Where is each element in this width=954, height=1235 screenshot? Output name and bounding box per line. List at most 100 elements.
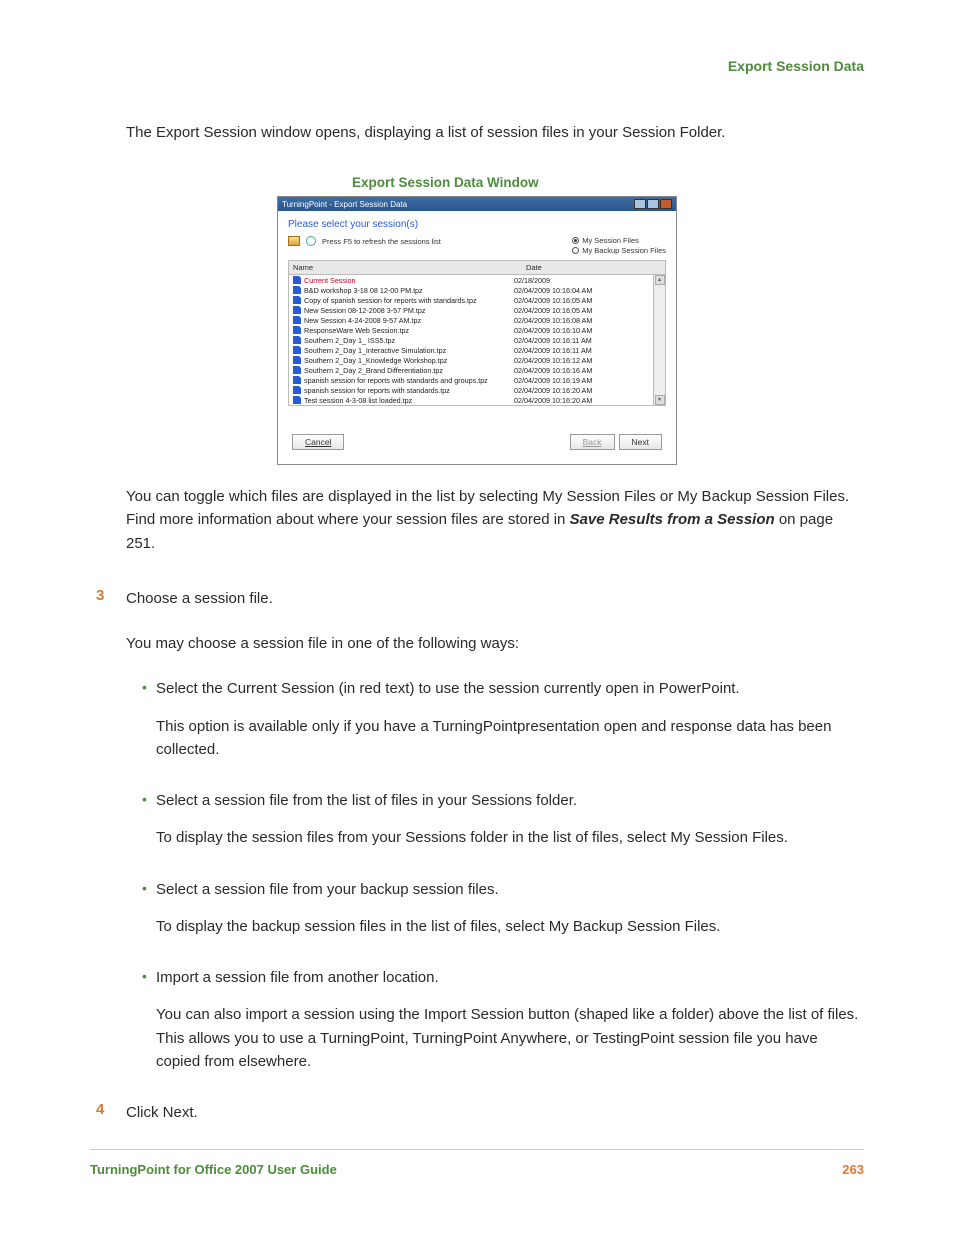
file-date: 02/04/2009 10:16:20 AM [514, 396, 649, 405]
file-date: 02/04/2009 10:16:12 AM [514, 356, 649, 365]
file-icon [293, 306, 301, 314]
file-name: New Session 08-12-2008 3-57 PM.tpz [304, 306, 425, 315]
bullet-detail: To display the backup session files in t… [156, 915, 864, 938]
file-icon [293, 386, 301, 394]
step-number-3: 3 [90, 587, 126, 604]
list-item[interactable]: Southern 2_Day 1_Interactive Simulation.… [289, 345, 653, 355]
bullet-dot: • [142, 789, 156, 811]
list-item[interactable]: New Session 4-24-2008 9-57 AM.tpz 02/04/2… [289, 315, 653, 325]
intro-paragraph: The Export Session window opens, display… [126, 122, 864, 143]
step-4: 4 Click Next. [90, 1101, 864, 1124]
file-name: Current Session [304, 276, 356, 285]
file-name: Southern 2_Day 1_ ISS5.tpz [304, 336, 395, 345]
file-date: 02/04/2009 10:16:19 AM [514, 376, 649, 385]
file-icon [293, 276, 301, 284]
list-item[interactable]: Southern 2_Day 1_Knowledge Workshop.tpz 0… [289, 355, 653, 365]
my-session-files-radio[interactable] [572, 237, 579, 244]
file-icon [293, 316, 301, 324]
file-date: 02/04/2009 10:16:16 AM [514, 366, 649, 375]
maximize-icon[interactable] [647, 199, 659, 209]
list-item[interactable]: Southern 2_Day 2_Brand Differentiation.t… [289, 365, 653, 375]
my-backup-files-label: My Backup Session Files [582, 246, 666, 255]
file-icon [293, 296, 301, 304]
file-name: New Session 4-24-2008 9-57 AM.tpz [304, 316, 421, 325]
scroll-up-icon[interactable]: ▴ [655, 275, 665, 285]
bullet-detail: To display the session files from your S… [156, 826, 864, 849]
file-icon [293, 396, 301, 404]
bullet-item: •Import a session file from another loca… [142, 966, 864, 989]
footer-page-number: 263 [842, 1162, 864, 1177]
file-list: ▴ ▾ Current Session 02/18/2009B&D worksho… [288, 275, 666, 406]
column-name[interactable]: Name [293, 263, 526, 272]
file-date: 02/04/2009 10:16:11 AM [514, 346, 649, 355]
file-name: spanish session for reports with standar… [304, 386, 450, 395]
list-item[interactable]: Copy of spanish session for reports with… [289, 295, 653, 305]
bullet-lead: Select the Current Session (in red text)… [156, 677, 864, 700]
list-item[interactable]: ResponseWare Web Session.tpz 02/04/2009 1… [289, 325, 653, 335]
my-backup-files-radio[interactable] [572, 247, 579, 254]
step-3: 3 Choose a session file. [90, 587, 864, 610]
file-date: 02/18/2009 [514, 276, 649, 285]
page-footer: TurningPoint for Office 2007 User Guide … [90, 1149, 864, 1177]
file-date: 02/04/2009 10:16:08 AM [514, 316, 649, 325]
file-name: spanish session for reports with standar… [304, 376, 488, 385]
column-date[interactable]: Date [526, 263, 661, 272]
list-item[interactable]: Southern 2_Day 1_ ISS5.tpz 02/04/2009 10:… [289, 335, 653, 345]
bullet-lead: Select a session file from the list of f… [156, 789, 864, 812]
my-session-files-label: My Session Files [582, 236, 639, 245]
refresh-icon[interactable] [306, 236, 316, 246]
file-icon [293, 366, 301, 374]
list-item[interactable]: B&D workshop 3-18 08 12-00 PM.tpz02/04/2… [289, 285, 653, 295]
export-session-window: TurningPoint - Export Session Data Pleas… [277, 196, 677, 465]
bullet-item: •Select a session file from the list of … [142, 789, 864, 812]
window-titlebar: TurningPoint - Export Session Data [278, 197, 676, 211]
list-item[interactable]: Current Session 02/18/2009 [289, 275, 653, 285]
list-item[interactable]: spanish session for reports with standar… [289, 385, 653, 395]
bullet-lead: Import a session file from another locat… [156, 966, 864, 989]
bullet-dot: • [142, 878, 156, 900]
step-3-intro: You may choose a session file in one of … [126, 632, 864, 655]
close-icon[interactable] [660, 199, 672, 209]
window-title: TurningPoint - Export Session Data [282, 200, 407, 209]
file-name: Copy of spanish session for reports with… [304, 296, 477, 305]
scroll-down-icon[interactable]: ▾ [655, 395, 665, 405]
file-icon [293, 356, 301, 364]
file-date: 02/04/2009 10:16:04 AM [514, 286, 649, 295]
bullet-dot: • [142, 677, 156, 699]
step-3-text: Choose a session file. [126, 587, 864, 610]
bullet-item: •Select the Current Session (in red text… [142, 677, 864, 700]
select-session-prompt: Please select your session(s) [288, 219, 666, 230]
toggle-paragraph: You can toggle which files are displayed… [126, 485, 864, 555]
import-folder-icon[interactable] [288, 236, 300, 246]
bullet-dot: • [142, 966, 156, 988]
file-date: 02/04/2009 10:16:05 AM [514, 306, 649, 315]
save-results-reference: Save Results from a Session [570, 511, 775, 528]
page-header-title: Export Session Data [90, 58, 864, 74]
figure-caption: Export Session Data Window [352, 175, 864, 190]
minimize-icon[interactable] [634, 199, 646, 209]
cancel-button[interactable]: Cancel [292, 434, 344, 450]
footer-guide-title: TurningPoint for Office 2007 User Guide [90, 1162, 337, 1177]
refresh-hint: Press F5 to refresh the sessions list [322, 237, 441, 246]
file-date: 02/04/2009 10:16:05 AM [514, 296, 649, 305]
file-date: 02/04/2009 10:16:11 AM [514, 336, 649, 345]
file-icon [293, 376, 301, 384]
file-name: Southern 2_Day 1_Interactive Simulation.… [304, 346, 446, 355]
list-item[interactable]: Test session 4-3-08 list loaded.tpz 02/04… [289, 395, 653, 405]
file-date: 02/04/2009 10:16:20 AM [514, 386, 649, 395]
bullet-detail: You can also import a session using the … [156, 1003, 864, 1073]
back-button[interactable]: Back [570, 434, 615, 450]
list-item[interactable]: spanish session for reports with standar… [289, 375, 653, 385]
file-name: Southern 2_Day 1_Knowledge Workshop.tpz [304, 356, 447, 365]
step-number-4: 4 [90, 1101, 126, 1118]
file-name: Southern 2_Day 2_Brand Differentiation.t… [304, 366, 443, 375]
file-name: Test session 4-3-08 list loaded.tpz [304, 396, 412, 405]
file-name: ResponseWare Web Session.tpz [304, 326, 409, 335]
file-list-header: Name Date [288, 260, 666, 275]
list-item[interactable]: New Session 08-12-2008 3-57 PM.tpz 02/04/… [289, 305, 653, 315]
scrollbar[interactable]: ▴ ▾ [653, 275, 665, 405]
bullet-detail: This option is available only if you hav… [156, 715, 864, 762]
step-4-text: Click Next. [126, 1101, 864, 1124]
file-date: 02/04/2009 10:16:10 AM [514, 326, 649, 335]
next-button[interactable]: Next [619, 434, 662, 450]
